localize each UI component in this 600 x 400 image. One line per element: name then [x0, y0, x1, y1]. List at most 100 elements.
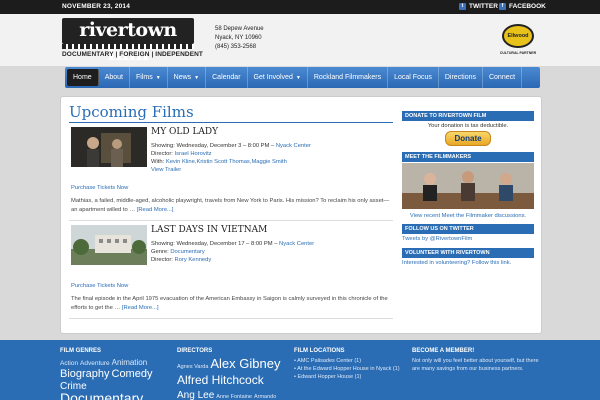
film-strip-graphic — [62, 44, 194, 49]
genre-tag[interactable]: Animation — [112, 358, 148, 367]
film-thumbnail[interactable] — [71, 127, 147, 167]
purchase-tickets-link[interactable]: Purchase Tickets Now — [71, 185, 128, 191]
top-bar: NOVEMBER 23, 2014 t TWITTER f FACEBOOK — [0, 0, 600, 14]
twitter-link[interactable]: t TWITTER — [459, 3, 498, 10]
nav-item-films[interactable]: Films ▼ — [130, 67, 168, 88]
volunteer-widget: Interested in volunteering? Follow this … — [402, 258, 534, 268]
phone-number: (845) 353-2568 — [215, 44, 257, 50]
genre-tag[interactable]: Comedy — [112, 368, 153, 380]
cast-label: With: — [151, 159, 165, 165]
film-entry: MY OLD LADY Showing: Wednesday, December… — [69, 123, 393, 221]
volunteer-link[interactable]: Interested in volunteering? Follow this … — [402, 260, 511, 266]
showing-label: Showing: Wednesday, December 3 – 8:00 PM… — [151, 143, 275, 149]
footer-directors: DIRECTORS Agnes Varda Alex Gibney Alfred… — [177, 348, 287, 400]
facebook-icon: f — [499, 3, 506, 10]
address-block: 58 Depew Avenue Nyack, NY 10960 (845) 35… — [215, 25, 264, 52]
purchase-tickets-link[interactable]: Purchase Tickets Now — [71, 283, 128, 289]
director-label: Director: — [151, 257, 173, 263]
film-description: Mathias, a failed, middle-aged, alcoholi… — [71, 198, 390, 213]
genre-label: Genre: — [151, 249, 169, 255]
address-city: Nyack, NY 10960 — [215, 35, 262, 41]
read-more-link[interactable]: [Read More...] — [137, 207, 174, 213]
donate-text: Your donation is tax deductible. — [427, 123, 509, 129]
director-tag[interactable]: Alex Gibney — [210, 356, 280, 371]
twitter-widget: Tweets by @RivertownFilm — [402, 234, 534, 244]
film-thumbnail[interactable] — [71, 225, 147, 265]
logo-wordmark: rivertown film — [62, 18, 194, 65]
dropdown-caret-icon: ▼ — [155, 74, 161, 81]
footer-directors-header: DIRECTORS — [177, 348, 213, 354]
director-tag[interactable]: Ang Lee — [177, 390, 214, 400]
footer-locations-header: FILM LOCATIONS — [294, 348, 345, 354]
divider — [69, 318, 393, 319]
film-meta: Showing: Wednesday, December 3 – 8:00 PM… — [151, 142, 311, 174]
location-item[interactable]: • At the Edward Hopper House in Nyack (1… — [294, 365, 406, 373]
cast-link[interactable]: Kevin Kline,Kristin Scott Thomas,Maggie … — [166, 159, 287, 165]
genre-tag[interactable]: Action — [60, 360, 78, 367]
filmmakers-widget: View recent Meet the Filmmaker discussio… — [402, 211, 534, 221]
dropdown-caret-icon: ▼ — [194, 74, 200, 81]
nav-item-local-focus[interactable]: Local Focus — [388, 67, 439, 88]
facebook-link[interactable]: f FACEBOOK — [499, 3, 546, 10]
filmmakers-link[interactable]: View recent Meet the Filmmaker discussio… — [410, 213, 526, 219]
venue-link[interactable]: Nyack Center — [279, 241, 314, 247]
donate-widget-header: DONATE TO RIVERTOWN FILM — [402, 111, 534, 121]
film-meta: Showing: Wednesday, December 17 – 8:00 P… — [151, 240, 314, 264]
location-item[interactable]: • AMC Palisades Center (1) — [294, 357, 406, 365]
location-item[interactable]: • Edward Hopper House (1) — [294, 373, 406, 381]
filmmakers-photo[interactable] — [402, 163, 534, 209]
nav-item-about[interactable]: About — [99, 67, 130, 88]
content-panel: Upcoming Films MY OLD LADY Showing: Wedn… — [60, 96, 542, 334]
address-line: 58 Depew Avenue — [215, 26, 264, 32]
director-tag[interactable]: Armando — [254, 394, 276, 400]
member-text: Not only will you feel better about your… — [412, 358, 539, 372]
donate-button[interactable]: Donate — [445, 131, 491, 146]
volunteer-widget-header: VOLUNTEER WITH RIVERTOWN — [402, 248, 534, 258]
dropdown-caret-icon: ▼ — [295, 74, 301, 81]
sponsor-badge: Ellwood — [502, 24, 534, 48]
genre-link[interactable]: Documentary — [170, 249, 204, 255]
current-date: NOVEMBER 23, 2014 — [62, 3, 131, 10]
page-title: Upcoming Films — [69, 103, 393, 123]
footer-member-header: BECOME A MEMBER! — [412, 348, 475, 354]
footer-genres: FILM GENRES Action Adventure Animation B… — [60, 348, 170, 400]
site-logo[interactable]: rivertown film DOCUMENTARY | FOREIGN | I… — [62, 18, 203, 65]
film-title[interactable]: LAST DAYS IN VIETNAM — [151, 225, 267, 235]
sponsor-caption: CULTURAL PARTNER — [499, 51, 537, 55]
footer-genres-header: FILM GENRES — [60, 348, 102, 354]
footer-locations: FILM LOCATIONS • AMC Palisades Center (1… — [294, 348, 406, 381]
site-footer: FILM GENRES Action Adventure Animation B… — [0, 340, 600, 400]
sponsor-logo[interactable]: Ellwood CULTURAL PARTNER — [498, 24, 538, 64]
nav-item-home[interactable]: Home — [67, 69, 99, 86]
footer-membership: BECOME A MEMBER! Not only will you feel … — [412, 348, 542, 373]
venue-link[interactable]: Nyack Center — [276, 143, 311, 149]
genre-tag[interactable]: Biography — [60, 368, 110, 380]
nav-item-get-involved[interactable]: Get Involved ▼ — [248, 67, 308, 88]
view-trailer-link[interactable]: View Trailer — [151, 167, 181, 173]
director-label: Director: — [151, 151, 173, 157]
sidebar: DONATE TO RIVERTOWN FILM Your donation i… — [402, 111, 534, 268]
donate-widget: Your donation is tax deductible. Donate — [402, 121, 534, 148]
nav-item-calendar[interactable]: Calendar — [206, 67, 248, 88]
genre-tag[interactable]: Documentary — [60, 390, 143, 400]
read-more-link[interactable]: [Read More...] — [122, 305, 159, 311]
director-tag[interactable]: Anne Fontaine — [216, 394, 252, 400]
director-link[interactable]: Israel Horovitz — [175, 151, 212, 157]
main-column: Upcoming Films MY OLD LADY Showing: Wedn… — [69, 103, 393, 319]
showing-label: Showing: Wednesday, December 17 – 8:00 P… — [151, 241, 278, 247]
site-header: rivertown film DOCUMENTARY | FOREIGN | I… — [0, 14, 600, 66]
twitter-feed-link[interactable]: Tweets by @RivertownFilm — [402, 236, 472, 242]
nav-item-connect[interactable]: Connect — [483, 67, 523, 88]
main-nav: Home About Films ▼ News ▼ Calendar Get Involved… — [65, 67, 540, 88]
director-link[interactable]: Rory Kennedy — [175, 257, 212, 263]
film-description: The final episode in the April 1975 evac… — [71, 296, 388, 311]
nav-item-rockland-filmmakers[interactable]: Rockland Filmmakers — [308, 67, 389, 88]
nav-item-news[interactable]: News ▼ — [168, 67, 207, 88]
nav-item-directions[interactable]: Directions — [439, 67, 483, 88]
film-title[interactable]: MY OLD LADY — [151, 127, 218, 137]
twitter-widget-header: FOLLOW US ON TWITTER — [402, 224, 534, 234]
director-tag[interactable]: Alfred Hitchcock — [177, 373, 264, 387]
genre-tag[interactable]: Adventure — [80, 360, 110, 367]
filmmakers-widget-header: MEET THE FILMMAKERS — [402, 152, 534, 162]
director-tag[interactable]: Agnes Varda — [177, 364, 208, 370]
